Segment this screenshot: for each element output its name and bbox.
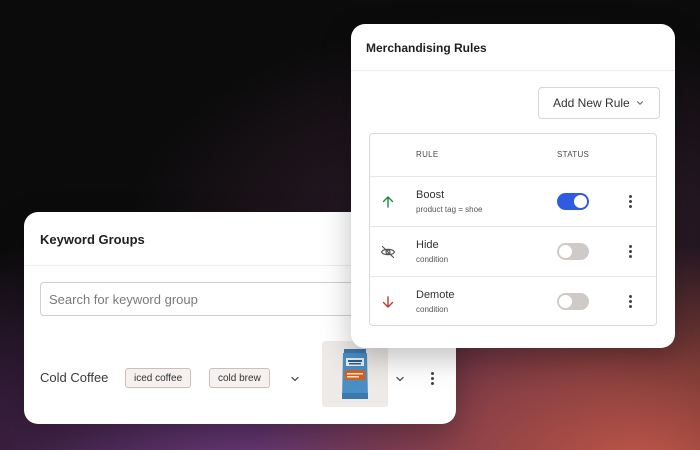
chevron-down-icon [636,101,644,105]
keyword-group-name: Cold Coffee [40,370,109,385]
more-options-icon[interactable] [627,195,633,211]
rule-row-boost[interactable]: Boost product tag = shoe [370,177,656,227]
merchandising-rules-divider [351,70,675,71]
add-new-rule-button[interactable]: Add New Rule [538,87,660,119]
keyword-tag[interactable]: cold brew [209,368,270,388]
rule-row-demote[interactable]: Demote condition [370,277,656,327]
chevron-down-icon[interactable] [289,373,301,385]
status-toggle[interactable] [557,293,589,310]
product-thumbnail[interactable] [322,341,388,407]
status-column-header: STATUS [557,150,590,159]
status-toggle[interactable] [557,243,589,260]
rule-condition: product tag = shoe [416,205,483,214]
more-options-icon[interactable] [429,372,435,388]
rule-column-header: RULE [416,150,439,159]
arrow-down-icon [382,296,394,308]
rule-name: Boost [416,189,445,201]
keyword-groups-title: Keyword Groups [40,232,145,247]
arrow-up-icon [382,196,394,208]
rules-table: RULE STATUS Boost product tag = shoe Hid… [369,133,657,326]
rule-name: Hide [416,239,439,251]
chevron-down-icon[interactable] [394,373,406,385]
rule-row-hide[interactable]: Hide condition [370,227,656,277]
rule-name: Demote [416,289,455,301]
coffee-bag-icon [342,349,368,399]
more-options-icon[interactable] [627,245,633,261]
add-new-rule-label: Add New Rule [553,96,630,110]
eye-off-icon [380,245,396,259]
rule-condition: condition [416,305,449,314]
status-toggle[interactable] [557,193,589,210]
merchandising-rules-title: Merchandising Rules [366,41,487,55]
more-options-icon[interactable] [627,295,633,311]
merchandising-rules-card: Merchandising Rules Add New Rule RULE ST… [351,24,675,348]
rule-condition: condition [416,255,449,264]
keyword-tag[interactable]: iced coffee [125,368,192,388]
